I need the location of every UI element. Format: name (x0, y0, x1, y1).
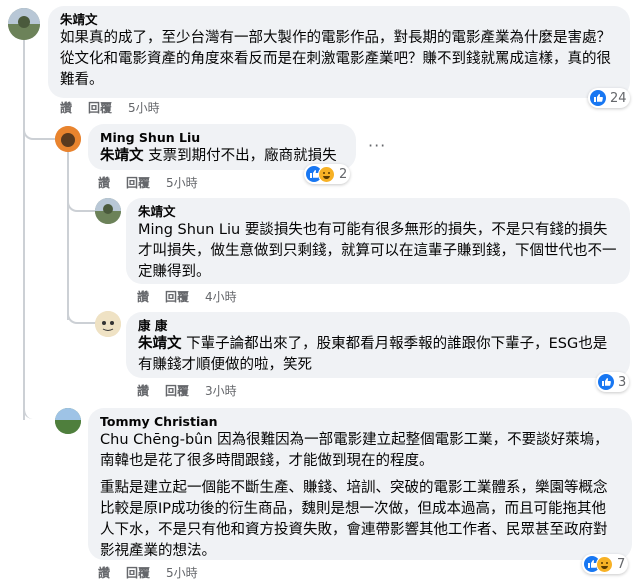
comment-actions: 讚 回覆 3小時 (137, 383, 237, 399)
like-link[interactable]: 讚 (137, 290, 149, 304)
haha-reaction-icon (318, 165, 335, 183)
comment-text-wrap: Chu Chēng-bûn 因為很難因為一部電影建立起整個電影工業，不要談好萊塢… (100, 430, 620, 472)
comment-text-wrap: 朱靖文 支票到期付不出，廠商就損失 (100, 146, 344, 167)
like-reaction-icon (598, 374, 614, 390)
comment-actions: 讚 回覆 5小時 (98, 565, 198, 581)
reaction-number: 7 (617, 556, 626, 572)
comment-text-paragraph-2: 重點是建立起一個能不斷生產、賺錢、培訓、突破的電影工業體系，樂園等概念比較是原I… (100, 480, 608, 559)
reaction-count[interactable]: 2 (304, 164, 351, 184)
like-link[interactable]: 讚 (60, 101, 72, 115)
reaction-count[interactable]: 3 (596, 372, 630, 392)
more-options-button[interactable]: ··· (368, 136, 386, 155)
comment-author[interactable]: 康 康 (138, 318, 618, 334)
comment-actions: 讚 回覆 4小時 (137, 289, 237, 305)
comment-author[interactable]: Tommy Christian (100, 414, 620, 430)
comment-bubble: 朱靖文 如果真的成了，至少台灣有一部大製作的電影作品，對長期的電影產業為什麼是害… (48, 6, 630, 98)
like-link[interactable]: 讚 (137, 384, 149, 398)
avatar-landscape-icon (55, 408, 81, 434)
timestamp[interactable]: 5小時 (166, 176, 198, 190)
thread-line (23, 40, 25, 420)
timestamp[interactable]: 5小時 (128, 101, 160, 115)
avatar[interactable] (55, 408, 81, 434)
avatar[interactable] (95, 311, 121, 337)
thread-connector (67, 312, 97, 324)
like-link[interactable]: 讚 (98, 176, 110, 190)
like-link[interactable]: 讚 (98, 566, 110, 580)
reply-link[interactable]: 回覆 (126, 566, 150, 580)
timestamp[interactable]: 5小時 (166, 566, 198, 580)
thread-connector (67, 200, 97, 212)
avatar[interactable] (55, 126, 81, 152)
mention-tag[interactable]: Ming Shun Liu (138, 222, 240, 238)
avatar-landscape-icon (8, 8, 40, 40)
comment-bubble: 康 康 朱靖文 下輩子論都出來了，股東都看月報季報的誰跟你下輩子，ESG也是有賺… (126, 312, 630, 378)
reply-link[interactable]: 回覆 (88, 101, 112, 115)
reaction-count[interactable]: 7 (582, 554, 629, 574)
reaction-number: 3 (618, 374, 627, 390)
comment-text: 支票到期付不出，廠商就損失 (143, 148, 337, 164)
comment-text-wrap: 朱靖文 下輩子論都出來了，股東都看月報季報的誰跟你下輩子，ESG也是有賺錢才順便… (138, 334, 618, 376)
thread-line (67, 150, 69, 320)
reply-link[interactable]: 回覆 (126, 176, 150, 190)
haha-reaction-icon (596, 555, 613, 573)
avatar[interactable] (95, 198, 121, 224)
mention-tag[interactable]: 朱靖文 (100, 148, 144, 164)
mention-tag[interactable]: 朱靖文 (138, 336, 182, 352)
comment-actions: 讚 回覆 5小時 (98, 175, 198, 191)
reply-link[interactable]: 回覆 (165, 384, 189, 398)
reaction-number: 24 (610, 90, 627, 106)
avatar[interactable] (8, 8, 40, 40)
comment-author[interactable]: 朱靖文 (138, 204, 618, 220)
timestamp[interactable]: 4小時 (205, 290, 237, 304)
comment-text: 如果真的成了，至少台灣有一部大製作的電影作品，對長期的電影產業為什麼是害處？從文… (60, 30, 611, 88)
mention-tag[interactable]: Chu Chēng-bûn (100, 432, 213, 448)
reaction-count[interactable]: 24 (588, 88, 630, 108)
thread-connector (23, 405, 55, 419)
reply-link[interactable]: 回覆 (165, 290, 189, 304)
reaction-number: 2 (339, 166, 348, 182)
comment-bubble: 朱靖文 Ming Shun Liu 要談損失也有可能有很多無形的損失，不是只有錢… (126, 198, 630, 284)
avatar-face-icon (95, 311, 121, 337)
comment-author[interactable]: Ming Shun Liu (100, 130, 344, 146)
comment-bubble: Tommy Christian Chu Chēng-bûn 因為很難因為一部電影… (88, 408, 632, 560)
like-reaction-icon (590, 90, 606, 106)
comment-author[interactable]: 朱靖文 (60, 12, 618, 28)
avatar-landscape-icon (95, 198, 121, 224)
comment-text: 下輩子論都出來了，股東都看月報季報的誰跟你下輩子，ESG也是有賺錢才順便做的啦，… (138, 336, 608, 373)
comment-text-wrap: Ming Shun Liu 要談損失也有可能有很多無形的損失，不是只有錢的損失才… (138, 220, 618, 283)
avatar-character-icon (55, 126, 81, 152)
timestamp[interactable]: 3小時 (205, 384, 237, 398)
comment-actions: 讚 回覆 5小時 (60, 100, 160, 116)
thread-connector (23, 128, 57, 140)
